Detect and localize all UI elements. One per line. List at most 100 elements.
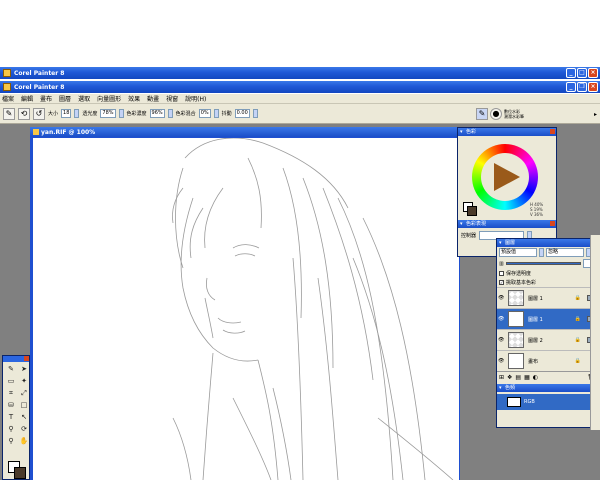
brush-selector[interactable]: ✎ ● 數位水彩 潮濕水彩筆 ▸ xyxy=(476,104,600,124)
pick-up-color-row[interactable]: ✓ 挑取基本色彩 xyxy=(497,278,597,287)
lock-icon[interactable]: 🔒 xyxy=(575,358,581,364)
visibility-eye-icon[interactable]: 👁 xyxy=(498,316,504,322)
layer-commands-icon[interactable]: ⊞ xyxy=(499,374,504,381)
layers-panel: ▾ 圖層 預設值 忽略 ▥ 保存透明度 ✓ 挑取基本色彩 👁 圖層 1 🔒 👁 … xyxy=(496,238,598,428)
hue-ring[interactable] xyxy=(472,144,538,210)
jitter-field[interactable]: 0.00 xyxy=(234,109,250,118)
menu-movie[interactable]: 動畫 xyxy=(147,94,159,103)
minimize-icon[interactable]: _ xyxy=(566,68,576,78)
lock-icon[interactable]: 🔒 xyxy=(575,295,581,301)
menu-help[interactable]: 說明(H) xyxy=(185,94,206,103)
drawing-canvas[interactable] xyxy=(33,138,459,480)
menu-edit[interactable]: 編輯 xyxy=(21,94,33,103)
layers-panel-title: 圖層 xyxy=(505,240,516,246)
selector-arrow-icon[interactable]: ▸ xyxy=(594,111,597,118)
colors-panel-titlebar[interactable]: ▾ 色彩 xyxy=(458,128,556,136)
group-layers-icon[interactable]: ▦ xyxy=(524,374,530,381)
rotate-page-icon[interactable]: ⟳ xyxy=(18,424,30,435)
menu-canvas[interactable]: 畫布 xyxy=(40,94,52,103)
menu-effects[interactable]: 效果 xyxy=(128,94,140,103)
collapse-arrow-icon[interactable]: ▾ xyxy=(460,220,463,228)
layer-item[interactable]: 👁 圖層 2 🔒 xyxy=(497,329,597,350)
app-titlebar[interactable]: Corel Painter 8 _ ❐ × xyxy=(0,81,600,93)
secondary-color-swatch[interactable] xyxy=(14,467,26,479)
app-title: Corel Painter 8 xyxy=(14,83,65,91)
visibility-eye-icon[interactable]: 👁 xyxy=(498,358,504,364)
brush-category-icon[interactable]: ✎ xyxy=(476,108,488,120)
menu-file[interactable]: 檔案 xyxy=(2,94,14,103)
brush-variant-icon[interactable]: ● xyxy=(490,108,502,120)
brush-tool-icon[interactable]: ✎ xyxy=(5,364,17,375)
visibility-eye-icon[interactable]: 👁 xyxy=(498,295,504,301)
layer-item-selected[interactable]: 👁 圖層 1 🔒 xyxy=(497,308,597,329)
toolbox-titlebar[interactable] xyxy=(3,356,29,362)
size-dropdown[interactable] xyxy=(74,109,80,118)
opacity-field[interactable]: 78% xyxy=(100,109,116,118)
bleed-field[interactable]: 0% xyxy=(198,109,211,118)
bleed-dropdown[interactable] xyxy=(213,109,219,118)
layer-mask-icon[interactable]: ◐ xyxy=(533,374,538,381)
color-variability-titlebar[interactable]: ▾ 色彩表現 xyxy=(458,220,556,228)
maximize-icon[interactable]: □ xyxy=(577,68,587,78)
reset-icon[interactable]: ↺ xyxy=(33,107,45,120)
close-icon[interactable]: × xyxy=(588,68,598,78)
shape-select-icon[interactable]: ↖ xyxy=(18,412,30,423)
visibility-eye-icon[interactable]: 👁 xyxy=(498,337,504,343)
channels-panel-titlebar[interactable]: ▾ 色頻 xyxy=(497,384,597,392)
composite-depth-select[interactable]: 忽略 xyxy=(546,248,584,257)
menu-select[interactable]: 選取 xyxy=(78,94,90,103)
back-window-titlebar[interactable]: Corel Painter 8 _ □ × xyxy=(0,67,600,79)
lock-icon[interactable]: 🔒 xyxy=(575,337,581,343)
panel-scrollbar[interactable] xyxy=(590,235,600,430)
menu-window[interactable]: 視窗 xyxy=(166,94,178,103)
magic-wand-icon[interactable]: ✦ xyxy=(18,376,30,387)
collapse-arrow-icon[interactable]: ▾ xyxy=(460,128,463,136)
document-titlebar[interactable]: yan.RIF @ 100% xyxy=(30,127,460,137)
collapse-arrow-icon[interactable]: ▾ xyxy=(499,384,502,392)
close-icon[interactable] xyxy=(24,356,29,361)
minimize-icon[interactable]: _ xyxy=(566,82,576,92)
crop-icon[interactable]: ⌗ xyxy=(5,388,17,399)
composite-method-dropdown[interactable] xyxy=(539,248,544,257)
layer-opacity-slider[interactable] xyxy=(505,262,581,265)
pick-up-color-checkbox[interactable]: ✓ xyxy=(499,280,504,285)
channel-item-rgb[interactable]: RGB xyxy=(497,394,597,410)
lock-icon[interactable]: 🔒 xyxy=(575,316,581,322)
resaturation-field[interactable]: 96% xyxy=(149,109,165,118)
channel-thumbnail xyxy=(507,397,521,407)
painter-app-icon xyxy=(3,69,11,77)
brush-icon[interactable]: ✎ xyxy=(3,107,15,120)
canvas-layer-item[interactable]: 👁 畫布 🔒 xyxy=(497,350,597,371)
new-layer-icon[interactable]: ▤ xyxy=(515,374,521,381)
brush-options-icon[interactable]: ⟲ xyxy=(18,107,30,120)
close-icon[interactable] xyxy=(550,221,555,226)
saturation-value-triangle[interactable] xyxy=(494,163,520,191)
selection-adjust-icon[interactable]: ⤢ xyxy=(18,388,30,399)
collapse-arrow-icon[interactable]: ▾ xyxy=(499,239,502,247)
size-field[interactable]: 18 xyxy=(61,109,72,118)
layers-panel-titlebar[interactable]: ▾ 圖層 xyxy=(497,239,597,247)
menu-layers[interactable]: 圖層 xyxy=(59,94,71,103)
resaturation-dropdown[interactable] xyxy=(167,109,173,118)
composite-method-select[interactable]: 預設值 xyxy=(499,248,537,257)
preserve-transparency-row[interactable]: 保存透明度 xyxy=(497,269,597,278)
preserve-transparency-checkbox[interactable] xyxy=(499,271,504,276)
magnifier-icon[interactable]: ⚲ xyxy=(5,436,17,447)
grabber-icon[interactable]: ✋ xyxy=(18,436,30,447)
paint-bucket-icon[interactable]: ⛁ xyxy=(5,400,17,411)
brush-variant[interactable]: 潮濕水彩筆 xyxy=(504,114,524,119)
jitter-dropdown[interactable] xyxy=(252,109,258,118)
text-tool-icon[interactable]: T xyxy=(5,412,17,423)
rect-select-icon[interactable]: ▭ xyxy=(5,376,17,387)
secondary-color-sample[interactable] xyxy=(467,206,477,216)
menu-shapes[interactable]: 向量圖形 xyxy=(97,94,121,103)
close-icon[interactable] xyxy=(550,129,555,134)
dropper-icon[interactable]: ⚲ xyxy=(5,424,17,435)
layer-item[interactable]: 👁 圖層 1 🔒 xyxy=(497,287,597,308)
shape-icon[interactable]: □ xyxy=(18,400,30,411)
dynamic-plugins-icon[interactable]: ❖ xyxy=(507,374,512,381)
restore-icon[interactable]: ❐ xyxy=(577,82,587,92)
close-icon[interactable]: × xyxy=(588,82,598,92)
pointer-tool-icon[interactable]: ➤ xyxy=(18,364,30,375)
opacity-dropdown[interactable] xyxy=(118,109,124,118)
